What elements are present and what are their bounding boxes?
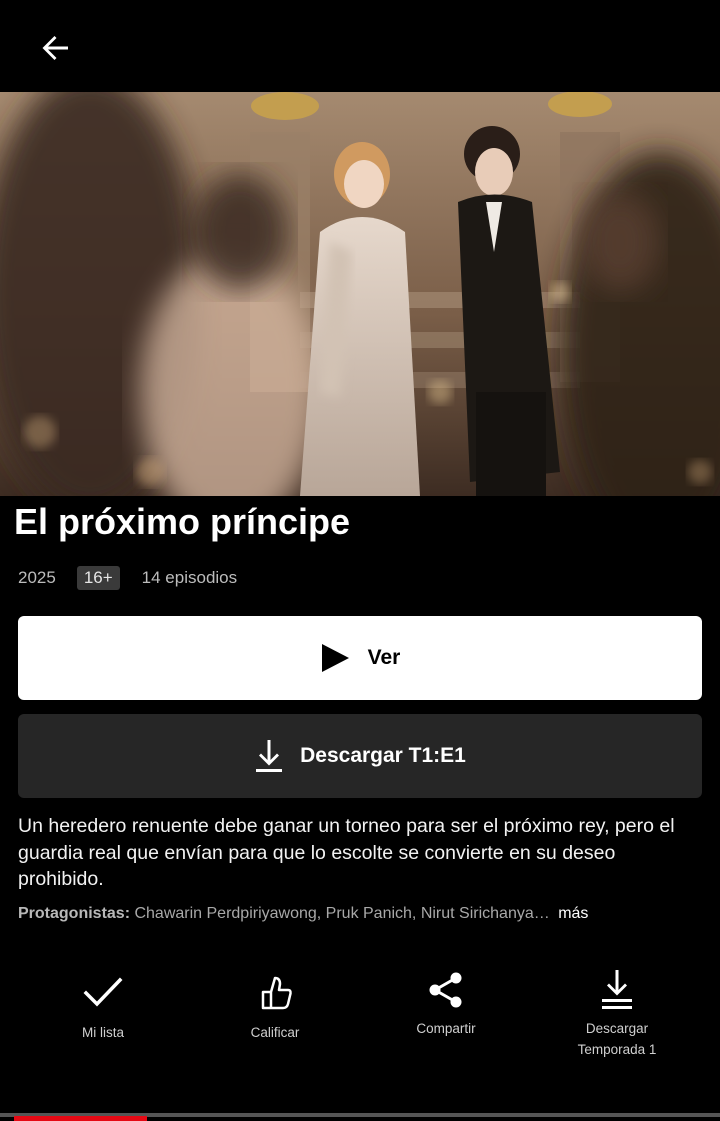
more-cast-link[interactable]: más [558, 905, 588, 922]
download-icon [256, 740, 283, 772]
cast-label: Protagonistas: [18, 905, 131, 922]
download-episode-button[interactable]: Descargar T1:E1 [18, 714, 702, 798]
play-icon [321, 644, 349, 672]
check-icon [83, 977, 123, 1007]
my-list-button[interactable]: Mi lista [17, 962, 189, 1043]
episode-count: 14 episodios [141, 568, 238, 587]
maturity-rating-badge: 16+ [76, 566, 120, 590]
show-title: El próximo príncipe [14, 501, 351, 542]
share-button[interactable]: Compartir [360, 962, 532, 1039]
back-button[interactable] [36, 28, 76, 68]
cast-names: Chawarin Perdpiriyawong, Pruk Panich, Ni… [130, 905, 550, 922]
download-episode-label: Descargar T1:E1 [300, 744, 466, 767]
rate-label: Calificar [250, 1025, 300, 1040]
hero-image [0, 92, 720, 496]
rate-button[interactable]: Calificar [189, 962, 361, 1043]
arrow-left-icon [42, 36, 68, 60]
hero-artwork [0, 92, 720, 496]
download-season-button[interactable]: Descargar Temporada 1 [531, 962, 703, 1060]
show-meta: 2025 16+ 14 episodios [18, 566, 237, 590]
cast-line: Protagonistas: Chawarin Perdpiriyawong, … [18, 905, 588, 923]
my-list-label: Mi lista [81, 1025, 124, 1040]
download-season-sublabel: Temporada 1 [577, 1042, 657, 1057]
playback-progress-fill [14, 1116, 147, 1121]
share-icon [429, 972, 462, 1008]
play-button-label: Ver [367, 646, 401, 669]
share-label: Compartir [416, 1021, 476, 1036]
release-year: 2025 [18, 568, 56, 587]
thumbs-up-icon [261, 976, 292, 1010]
top-bar [0, 0, 720, 92]
action-row: Mi lista Calificar Compartir Descargar T… [0, 962, 720, 1072]
download-season-label: Descargar [585, 1021, 649, 1036]
synopsis: Un heredero renuente debe ganar un torne… [18, 815, 675, 890]
play-button[interactable]: Ver [18, 616, 702, 700]
download-season-icon [602, 970, 632, 1009]
